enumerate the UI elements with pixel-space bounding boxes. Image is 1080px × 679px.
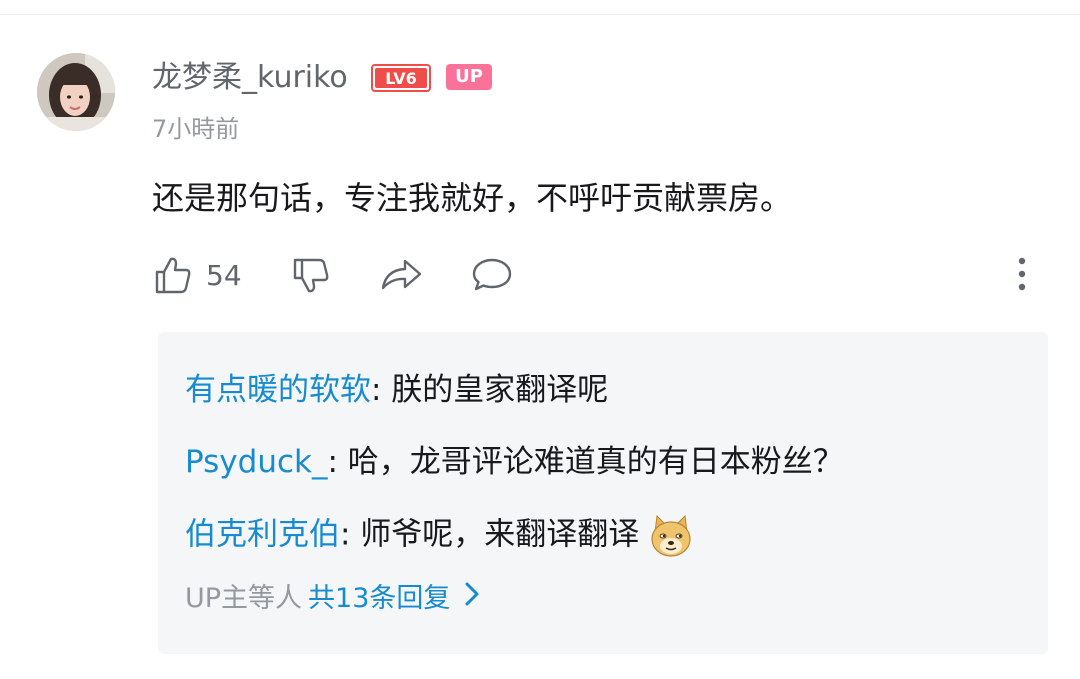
- reply-button[interactable]: [470, 250, 514, 300]
- user-avatar[interactable]: [37, 53, 115, 131]
- reply-item[interactable]: 伯克利克伯: 师爷呢，来翻译翻译: [185, 512, 695, 560]
- comment-bubble-icon: [472, 258, 512, 291]
- reply-colon: :: [340, 516, 351, 553]
- reply-text: 哈，龙哥评论难道真的有日本粉丝？: [337, 444, 844, 480]
- reply-author[interactable]: 有点暖的软软: [185, 372, 371, 408]
- share-icon: [381, 259, 422, 290]
- reply-colon: :: [371, 372, 382, 408]
- comment-page: 龙梦柔_kuriko LV6 UP 7小時前 还是那句话，专注我就好，不呼吁贡献…: [0, 0, 1080, 679]
- up-badge: UP: [446, 64, 492, 90]
- like-button[interactable]: 54: [152, 250, 242, 300]
- more-replies-link[interactable]: 共13条回复: [308, 581, 450, 617]
- username[interactable]: 龙梦柔_kuriko: [152, 58, 348, 98]
- chevron-right-icon: [464, 580, 480, 618]
- view-all-replies[interactable]: UP主等人 共13条回复: [185, 580, 480, 618]
- reply-text: 师爷呢，来翻译翻译: [350, 516, 640, 553]
- comment-text: 还是那句话，专注我就好，不呼吁贡献票房。: [152, 179, 793, 217]
- reply-text: 朕的皇家翻译呢: [381, 372, 609, 408]
- dislike-button[interactable]: [290, 250, 332, 300]
- level-badge: LV6: [371, 64, 431, 92]
- reply-author[interactable]: Psyduck_: [185, 444, 327, 480]
- top-divider: [0, 14, 1080, 15]
- replies-preview[interactable]: 有点暖的软软: 朕的皇家翻译呢 Psyduck_: 哈，龙哥评论难道真的有日本粉…: [158, 332, 1048, 654]
- thumbs-down-icon: [293, 258, 329, 293]
- more-replies-prefix: UP主等人: [185, 583, 303, 614]
- more-options-button[interactable]: [1010, 254, 1034, 294]
- reply-author[interactable]: 伯克利克伯: [185, 517, 340, 553]
- comment-timestamp: 7小時前: [152, 115, 240, 143]
- share-button[interactable]: [380, 250, 424, 300]
- reply-item[interactable]: Psyduck_: 哈，龙哥评论难道真的有日本粉丝？: [185, 440, 844, 484]
- doge-emoji-icon: [647, 512, 695, 560]
- thumbs-up-icon: [155, 257, 191, 294]
- more-vertical-icon: [1018, 257, 1026, 291]
- reply-colon: :: [327, 444, 338, 480]
- action-bar: 54: [152, 250, 1052, 300]
- avatar-image: [37, 53, 115, 131]
- reply-item[interactable]: 有点暖的软软: 朕的皇家翻译呢: [185, 368, 608, 412]
- level-badge-text: LV6: [385, 69, 417, 88]
- like-count: 54: [206, 258, 242, 292]
